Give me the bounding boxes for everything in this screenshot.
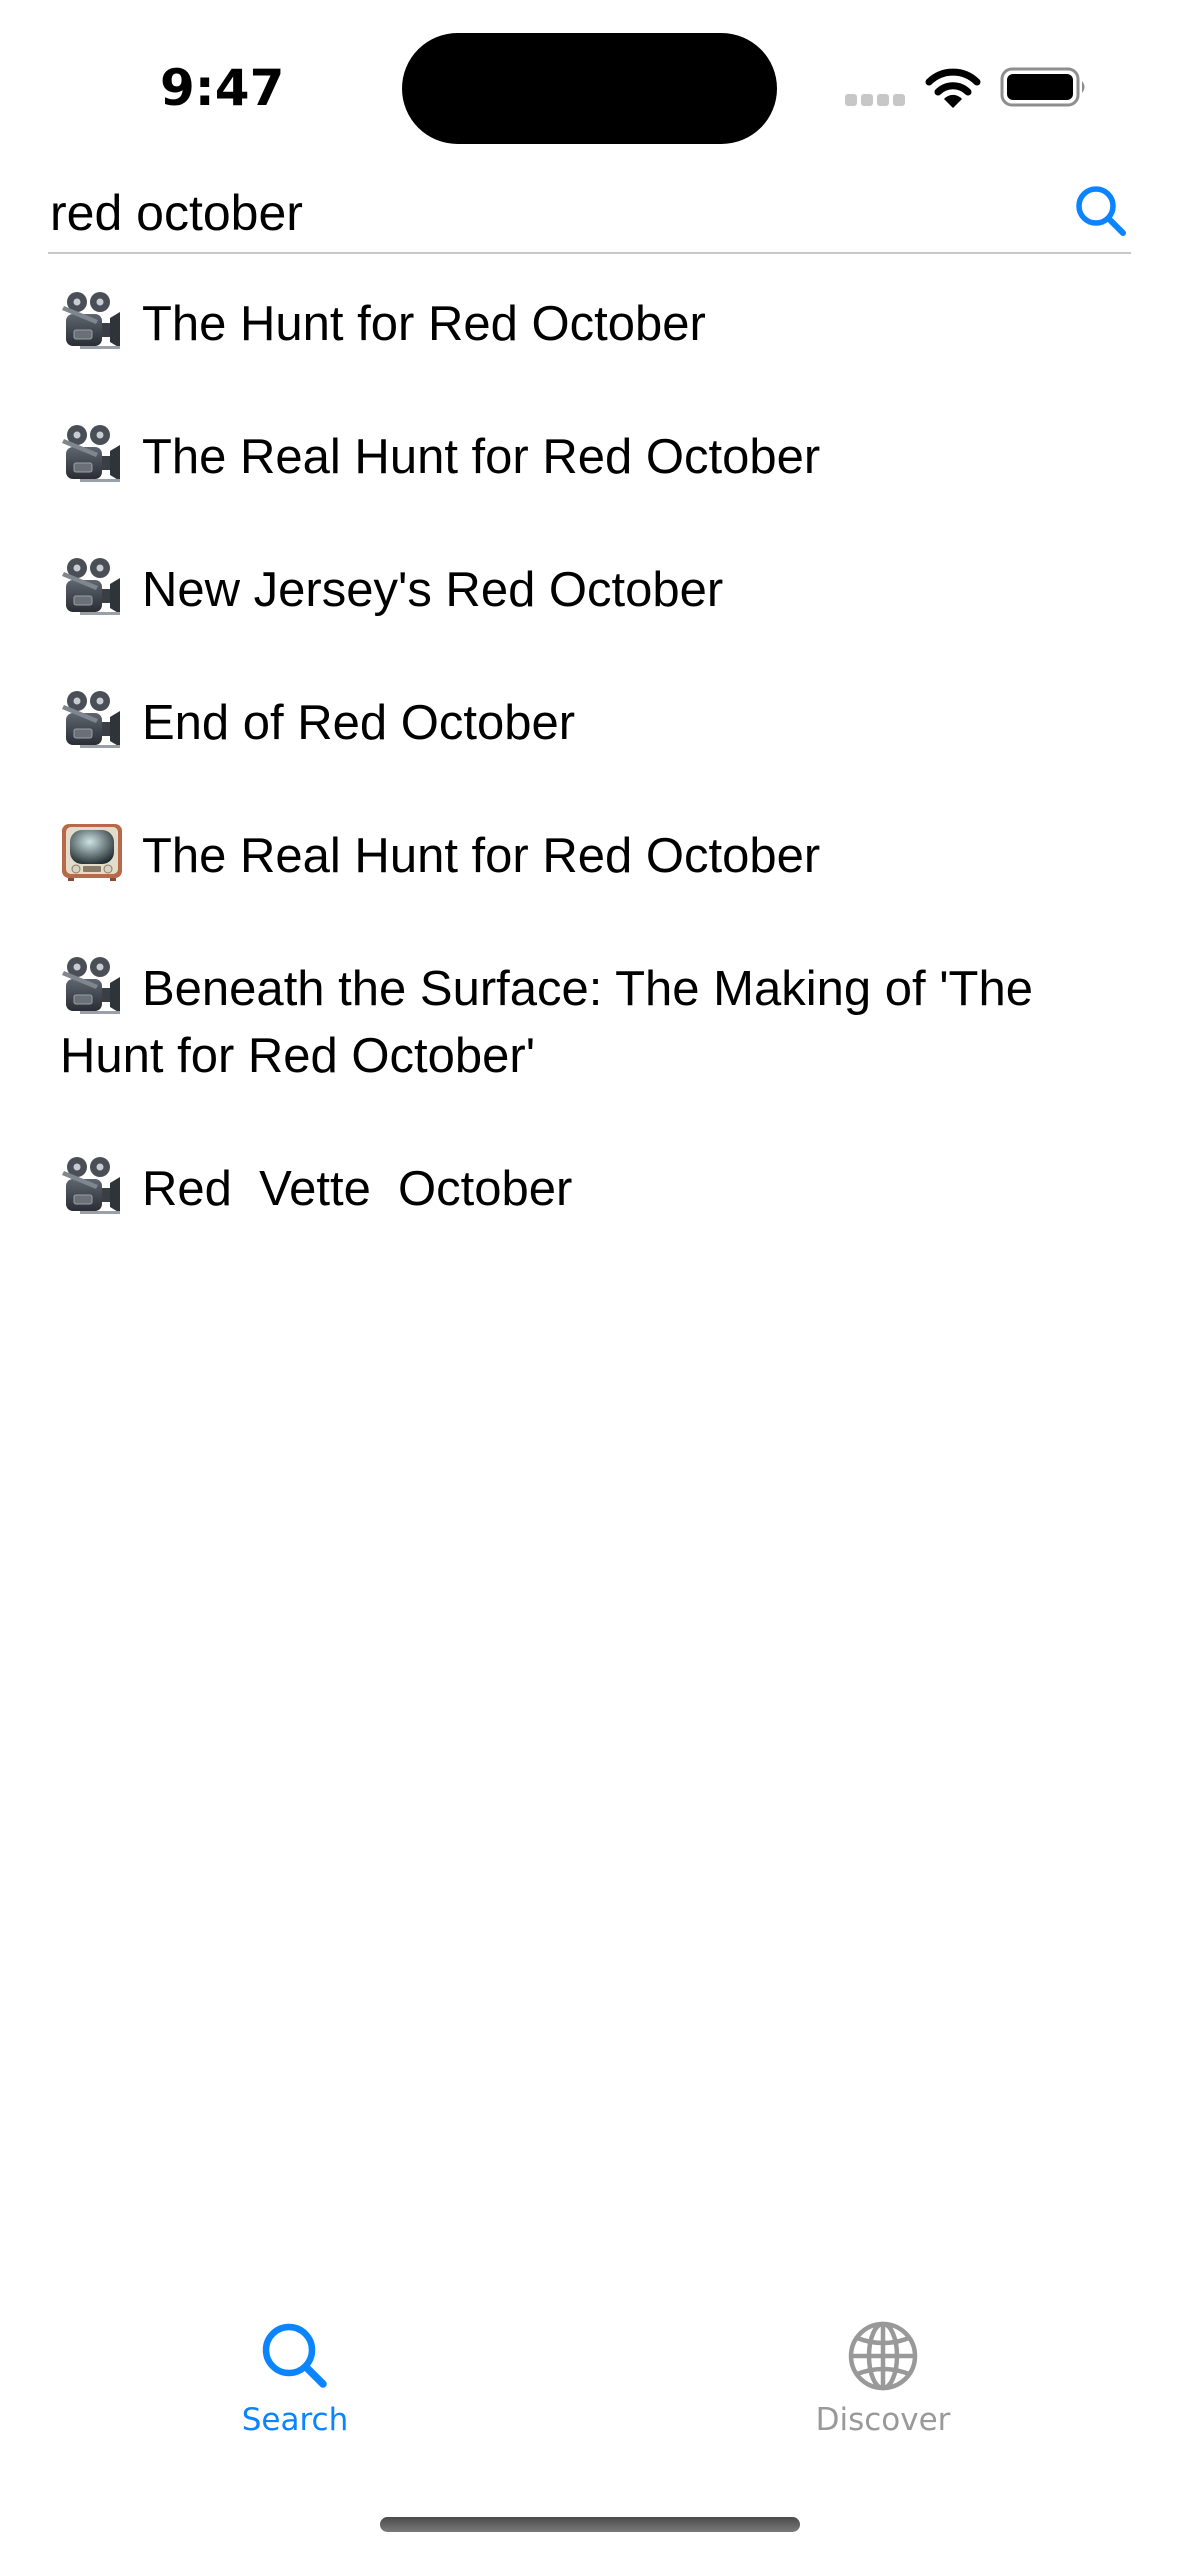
battery-full-icon — [1000, 67, 1085, 107]
result-item[interactable]: The Hunt for Red October — [60, 290, 1140, 358]
result-title: The Hunt for Red October — [142, 297, 706, 351]
result-title: Red Vette October — [142, 1162, 573, 1216]
home-indicator[interactable] — [380, 2517, 800, 2532]
result-title: Beneath the Surface: The Making of 'The … — [60, 962, 1047, 1083]
result-title: New Jersey's Red October — [142, 563, 724, 617]
result-title: The Real Hunt for Red October — [142, 829, 821, 883]
result-title: The Real Hunt for Red October — [142, 430, 821, 484]
result-item[interactable]: The Real Hunt for Red October — [60, 423, 1140, 491]
search-input[interactable] — [50, 180, 1050, 246]
result-item[interactable]: End of Red October — [60, 689, 1140, 757]
result-item[interactable]: Beneath the Surface: The Making of 'The … — [60, 955, 1140, 1090]
tab-discover-label: Discover — [815, 2402, 951, 2438]
wifi-icon — [925, 68, 981, 108]
cellular-signal-icon — [845, 94, 905, 106]
movie-camera-icon — [60, 290, 124, 350]
television-icon — [60, 822, 124, 882]
tab-search-label: Search — [241, 2402, 349, 2438]
tab-discover[interactable]: Discover — [783, 2320, 983, 2460]
dynamic-island — [402, 33, 777, 144]
status-time: 9:47 — [160, 59, 285, 117]
results-list: The Hunt for Red October The Real Hunt f… — [60, 290, 1140, 1288]
search-icon[interactable] — [1074, 184, 1130, 240]
result-title: End of Red October — [142, 696, 576, 750]
result-item[interactable]: The Real Hunt for Red October — [60, 822, 1140, 890]
globe-icon — [848, 2321, 918, 2391]
search-icon — [262, 2323, 327, 2388]
tab-search[interactable]: Search — [195, 2320, 395, 2460]
movie-camera-icon — [60, 955, 124, 1015]
movie-camera-icon — [60, 423, 124, 483]
result-item[interactable]: Red Vette October — [60, 1155, 1140, 1223]
search-bar — [48, 180, 1131, 254]
movie-camera-icon — [60, 556, 124, 616]
result-item[interactable]: New Jersey's Red October — [60, 556, 1140, 624]
movie-camera-icon — [60, 1155, 124, 1215]
movie-camera-icon — [60, 689, 124, 749]
